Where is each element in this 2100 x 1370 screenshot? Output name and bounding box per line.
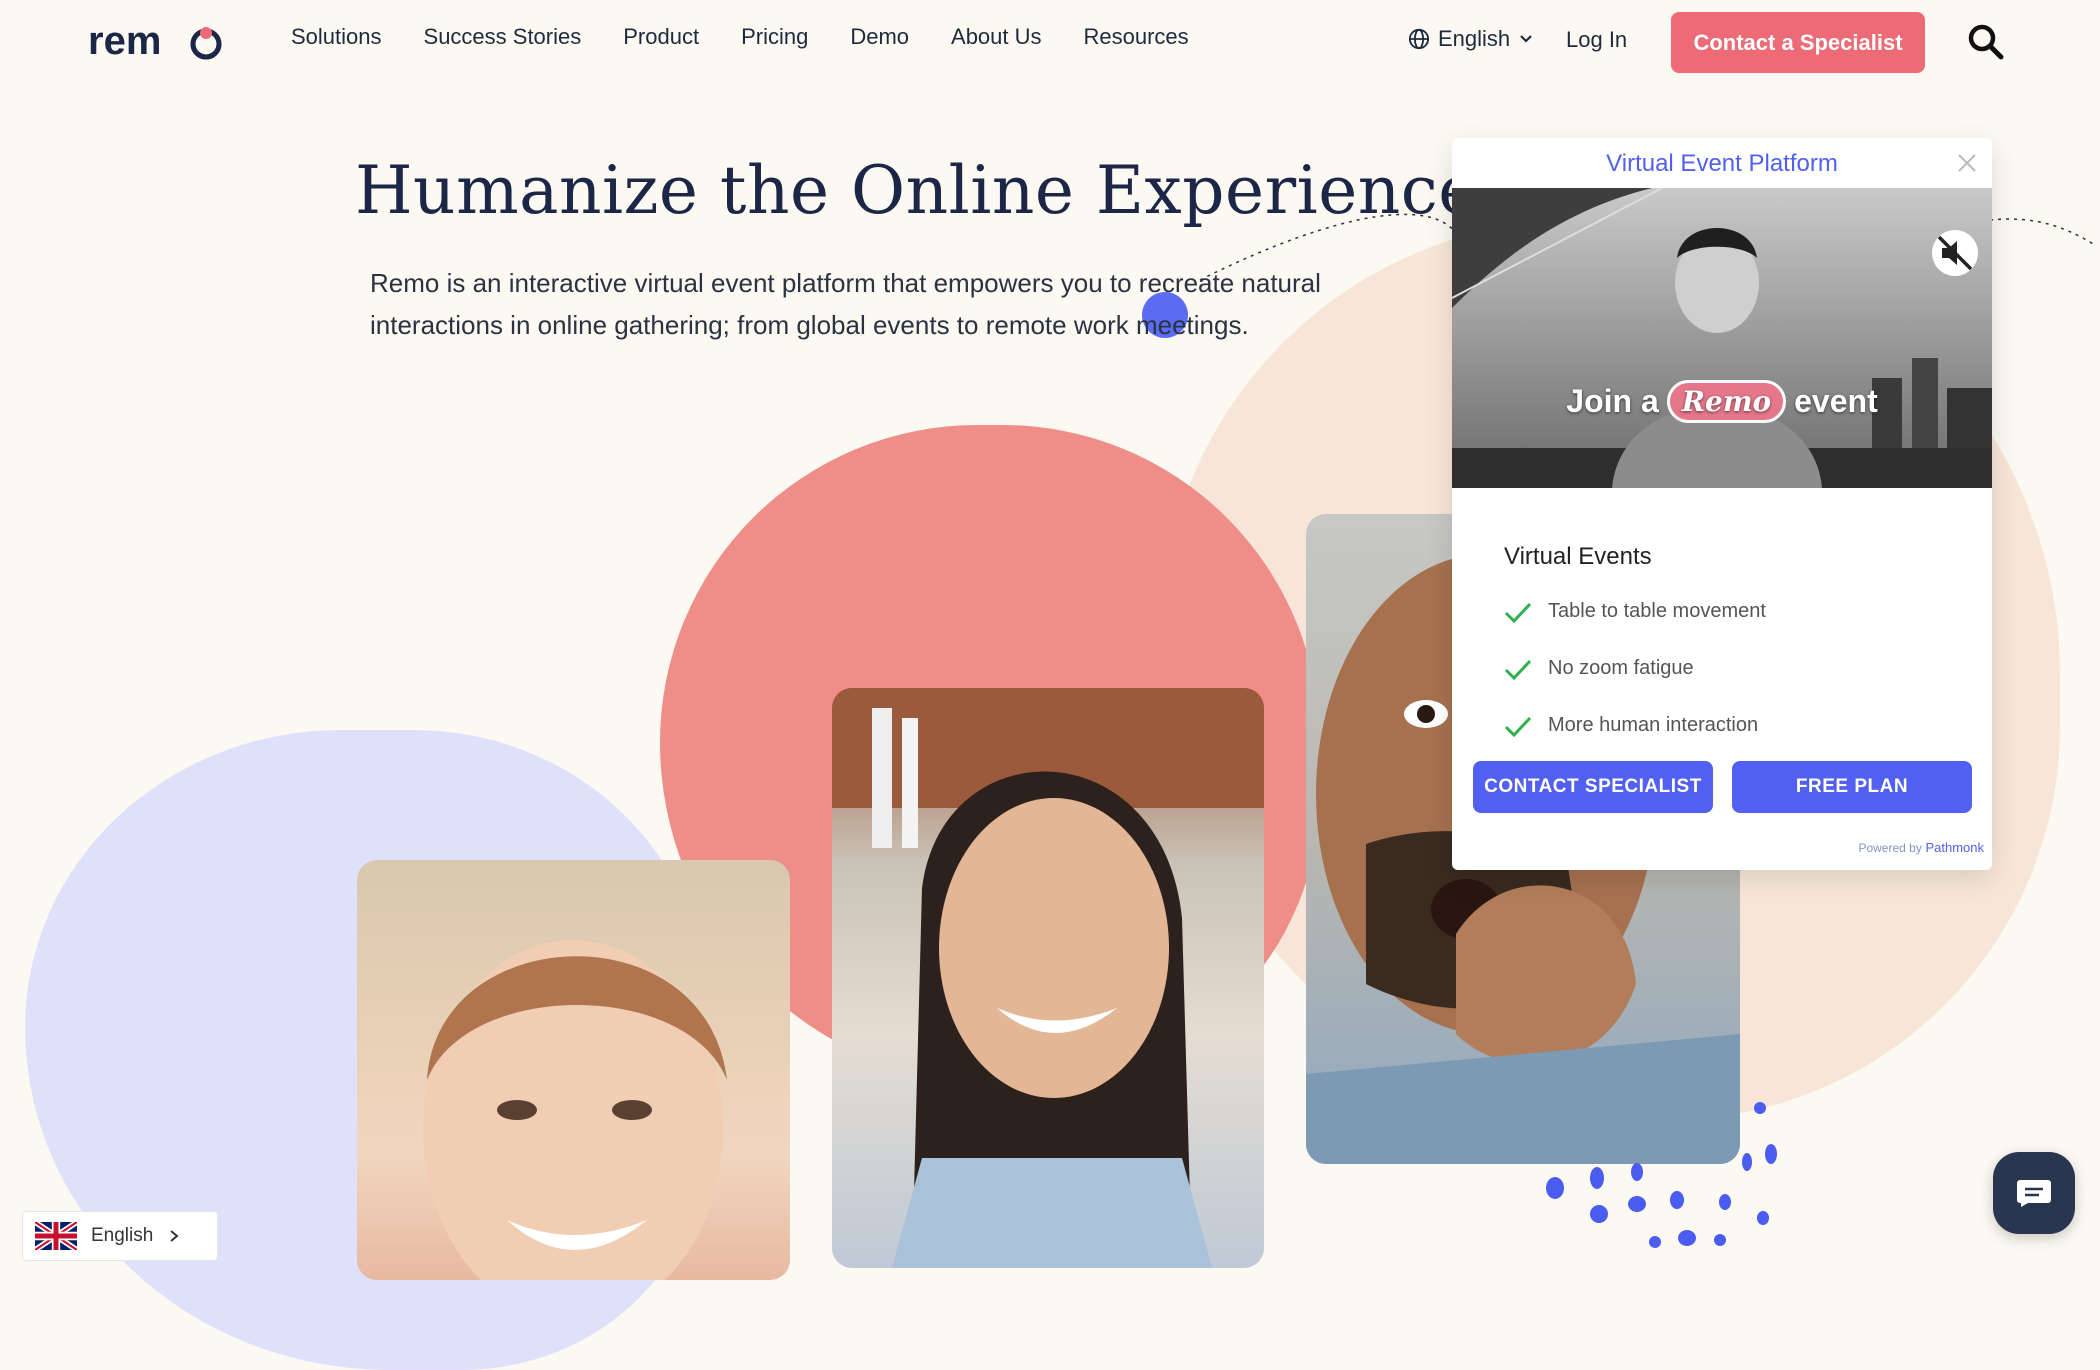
- checkmark-icon: [1504, 716, 1532, 737]
- participant-illustration: [832, 688, 1264, 1268]
- caption-prefix: Join a: [1566, 383, 1659, 419]
- chevron-right-icon: [170, 1230, 179, 1242]
- chevron-down-icon: [1520, 35, 1532, 43]
- participant-tile-woman-left: [357, 860, 790, 1280]
- search-icon: [1968, 24, 2004, 60]
- feature-label: More human interaction: [1548, 714, 1759, 736]
- nav-pricing[interactable]: Pricing: [741, 24, 808, 50]
- popup-close-button[interactable]: [1950, 146, 1984, 180]
- feature-label: No zoom fatigue: [1548, 657, 1694, 679]
- contact-specialist-button[interactable]: Contact a Specialist: [1671, 12, 1925, 73]
- popup-title: Virtual Event Platform: [1606, 150, 1838, 177]
- uk-flag-icon: [35, 1222, 77, 1250]
- video-caption: Join a Remo event: [1452, 380, 1992, 423]
- login-link[interactable]: Log In: [1566, 27, 1627, 53]
- close-icon: [1958, 154, 1976, 172]
- nav-success-stories[interactable]: Success Stories: [424, 24, 582, 50]
- speaker-muted-icon: [1932, 230, 1978, 276]
- nav-product[interactable]: Product: [623, 24, 699, 50]
- features-title: Virtual Events: [1504, 543, 1652, 570]
- nav-about-us[interactable]: About Us: [951, 24, 1042, 50]
- popup-contact-specialist-button[interactable]: CONTACT SPECIALIST: [1473, 761, 1713, 813]
- feature-label: Table to table movement: [1548, 600, 1766, 622]
- svg-text:rem: rem: [88, 22, 161, 62]
- participant-illustration: [423, 940, 727, 1280]
- popup-video[interactable]: Join a Remo event: [1452, 188, 1992, 488]
- chat-bubble-icon: [2017, 1180, 2051, 1207]
- confetti-dots-decoration: [1546, 1102, 1777, 1248]
- nav-demo[interactable]: Demo: [850, 24, 909, 50]
- checkmark-icon: [1504, 659, 1532, 680]
- powered-by-label: Powered by: [1858, 841, 1922, 855]
- search-button[interactable]: [1966, 22, 2006, 62]
- remo-logo[interactable]: rem: [88, 19, 228, 63]
- feature-item: No zoom fatigue: [1504, 657, 1694, 680]
- remo-logo-mark: rem: [88, 19, 222, 63]
- hero-subtitle: Remo is an interactive virtual event pla…: [370, 268, 1321, 340]
- chat-widget-button[interactable]: [1993, 1152, 2075, 1234]
- participant-tile-woman-center: [832, 688, 1264, 1268]
- checkmark-icon: [1504, 602, 1532, 623]
- caption-brand: Remo: [1666, 380, 1787, 423]
- nav-resources[interactable]: Resources: [1084, 24, 1189, 50]
- hero-title: Humanize the Online Experience: [355, 152, 1478, 229]
- popup-free-plan-button[interactable]: FREE PLAN: [1732, 761, 1972, 813]
- mute-button[interactable]: [1930, 228, 1980, 278]
- language-selector[interactable]: English: [1408, 26, 1534, 52]
- main-nav: Solutions Success Stories Product Pricin…: [291, 24, 1189, 50]
- powered-by-brand: Pathmonk: [1925, 840, 1984, 855]
- language-switcher[interactable]: English: [22, 1211, 218, 1261]
- language-label: English: [1438, 26, 1511, 51]
- feature-item: Table to table movement: [1504, 600, 1766, 623]
- caption-suffix: event: [1794, 383, 1878, 419]
- globe-icon: [1408, 28, 1430, 50]
- language-switcher-label: English: [91, 1225, 154, 1246]
- powered-by[interactable]: Powered by Pathmonk: [1858, 840, 1984, 855]
- video-frame: [1452, 188, 1992, 488]
- nav-solutions[interactable]: Solutions: [291, 24, 382, 50]
- feature-item: More human interaction: [1504, 714, 1758, 737]
- pathmonk-popup: Virtual Event Platform Join a Remo event…: [1452, 138, 1992, 870]
